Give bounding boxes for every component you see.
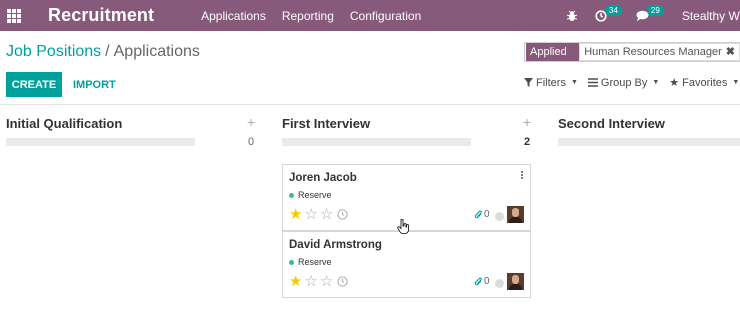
star-empty-icon[interactable]: ☆ <box>320 207 333 222</box>
column-title: Second Interview <box>558 116 665 131</box>
messaging-menu[interactable]: 29 <box>636 5 664 21</box>
search-bar[interactable]: Applied Job Human Resources Manager ✖ <box>524 42 740 62</box>
star-filled-icon[interactable]: ★ <box>289 274 302 289</box>
top-navbar: Recruitment Applications Reporting Confi… <box>0 0 740 31</box>
tag-dot-icon <box>289 192 294 198</box>
user-menu[interactable]: Stealthy Wo <box>682 9 740 23</box>
menu-configuration[interactable]: Configuration <box>350 9 421 23</box>
caret-down-icon: ▼ <box>652 79 660 86</box>
breadcrumb: Job Positions / Applications <box>6 43 200 61</box>
breadcrumb-separator: / <box>105 43 110 60</box>
filter-icon <box>524 78 533 87</box>
kanban-column-initial-qualification: Initial Qualification + 0 <box>0 105 255 309</box>
activity-count-badge: 34 <box>605 5 622 16</box>
star-empty-icon[interactable]: ☆ <box>320 274 333 289</box>
star-empty-icon[interactable]: ☆ <box>304 207 317 222</box>
menu-reporting[interactable]: Reporting <box>282 9 334 23</box>
hand-cursor-icon <box>397 219 409 234</box>
avatar <box>507 206 524 223</box>
attachment-count: 0 <box>484 209 490 220</box>
kanban-card[interactable]: David Armstrong Reserve ★ ☆ ☆ 0 <box>282 231 531 298</box>
systray: 34 29 Stealthy Wo <box>566 0 740 31</box>
caret-down-icon: ▼ <box>570 79 578 86</box>
search-facet-text: Human Resources Manager <box>584 46 722 58</box>
filters-dropdown[interactable]: Filters ▼ <box>524 76 578 89</box>
filters-label: Filters <box>536 76 566 89</box>
applicant-name: Joren Jacob <box>289 172 357 184</box>
facet-remove-icon[interactable]: ✖ <box>726 44 735 60</box>
caret-down-icon: ▼ <box>732 79 740 86</box>
menu-applications[interactable]: Applications <box>201 9 266 23</box>
tag-label: Reserve <box>298 190 332 200</box>
tag-dot-icon <box>289 259 294 265</box>
column-count: 2 <box>524 136 531 148</box>
attachments: 0 <box>474 276 490 287</box>
attachment-count: 0 <box>484 276 490 287</box>
avatar <box>507 273 524 290</box>
search-facet-label: Applied Job <box>526 43 580 61</box>
activity-clock-icon[interactable] <box>337 209 348 220</box>
column-title: Initial Qualification <box>6 116 123 131</box>
create-button[interactable]: CREATE <box>6 72 62 97</box>
bug-icon[interactable] <box>566 10 578 22</box>
favorites-label: Favorites <box>682 76 728 89</box>
column-add-icon[interactable]: + <box>247 114 255 130</box>
priority-stars: ★ ☆ ☆ <box>289 274 348 289</box>
breadcrumb-job-positions[interactable]: Job Positions <box>6 43 101 60</box>
message-count-badge: 29 <box>646 5 664 16</box>
main-menu: Applications Reporting Configuration <box>201 9 437 23</box>
group-by-label: Group By <box>600 76 648 89</box>
activity-clock-icon[interactable] <box>337 276 348 287</box>
search-options: Filters ▼ Group By ▼ ★ Favorites ▼ <box>524 76 740 89</box>
kanban-column-second-interview: Second Interview <box>552 105 740 309</box>
paperclip-icon <box>474 277 482 285</box>
tag: Reserve <box>289 257 332 267</box>
list-icon <box>587 78 598 87</box>
kanban-state-icon[interactable] <box>495 212 504 221</box>
column-progress-bar <box>282 138 471 146</box>
paperclip-icon <box>474 210 482 218</box>
tag: Reserve <box>289 190 332 200</box>
search-facet-value: Human Resources Manager ✖ <box>579 43 740 61</box>
activity-menu[interactable]: 34 <box>595 5 622 22</box>
column-count: 0 <box>248 136 255 148</box>
tag-label: Reserve <box>298 257 332 267</box>
attachments: 0 <box>474 209 490 220</box>
column-title: First Interview <box>282 116 371 131</box>
column-progress-bar <box>558 138 740 146</box>
applicant-name: David Armstrong <box>289 239 382 251</box>
import-button[interactable]: IMPORT <box>66 72 123 97</box>
breadcrumb-current: Applications <box>113 43 200 60</box>
column-add-icon[interactable]: + <box>523 114 531 130</box>
apps-menu-icon[interactable] <box>7 8 21 23</box>
kanban-state-icon[interactable] <box>495 279 504 288</box>
star-icon: ★ <box>669 77 680 89</box>
card-menu-icon[interactable] <box>521 171 524 180</box>
app-title[interactable]: Recruitment <box>48 5 154 26</box>
column-progress-bar <box>6 138 195 146</box>
group-by-dropdown[interactable]: Group By ▼ <box>587 76 660 89</box>
priority-stars: ★ ☆ ☆ <box>289 207 348 222</box>
star-filled-icon[interactable]: ★ <box>289 207 302 222</box>
star-empty-icon[interactable]: ☆ <box>304 274 317 289</box>
favorites-dropdown[interactable]: ★ Favorites ▼ <box>669 76 740 90</box>
